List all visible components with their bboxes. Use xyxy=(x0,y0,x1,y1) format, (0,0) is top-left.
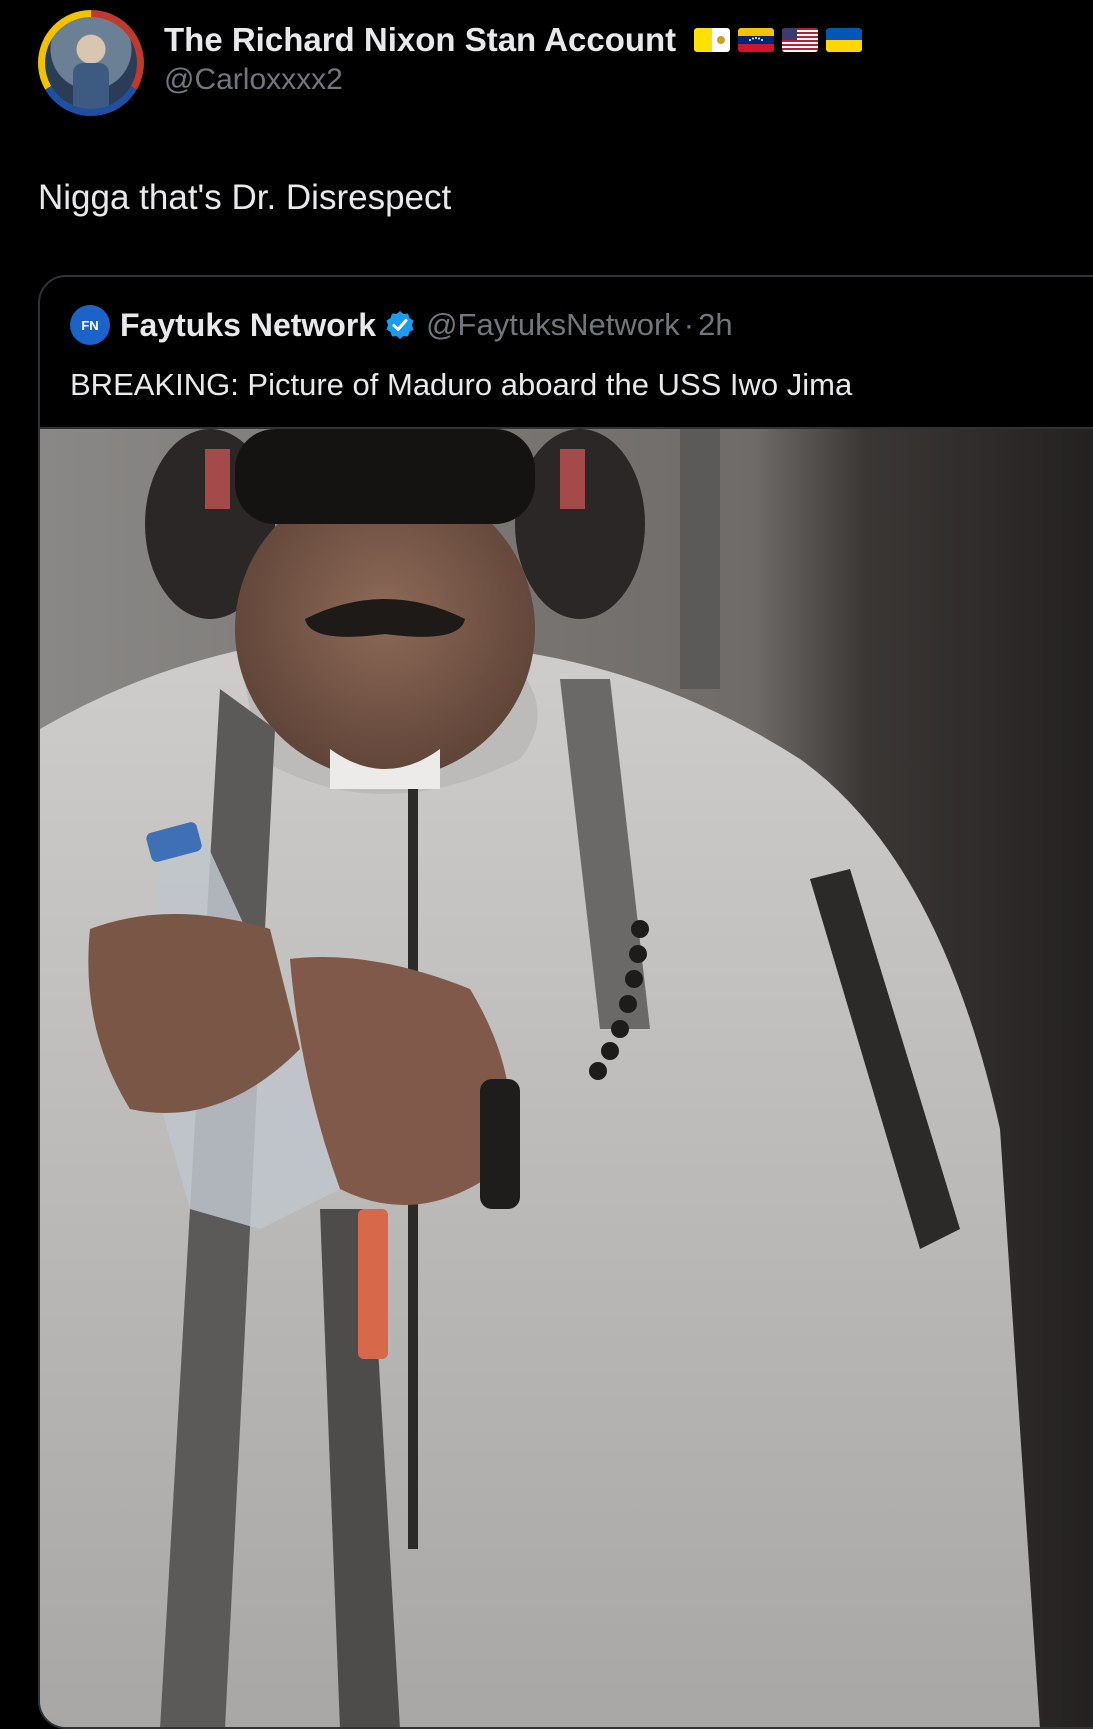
avatar[interactable] xyxy=(38,10,144,116)
author-block: The Richard Nixon Stan Account @Carloxxx… xyxy=(164,20,863,98)
quoted-display-name[interactable]: Faytuks Network xyxy=(120,307,376,344)
author-display-name[interactable]: The Richard Nixon Stan Account xyxy=(164,20,676,60)
tweet-text: Nigga that's Dr. Disrespect xyxy=(38,178,452,217)
separator-dot: · xyxy=(683,307,695,342)
author-name-row: The Richard Nixon Stan Account xyxy=(164,20,863,60)
avatar-photo xyxy=(45,17,137,109)
quoted-tweet-header: FN Faytuks Network @FaytuksNetwork · 2h xyxy=(70,305,733,345)
quoted-media-photo[interactable] xyxy=(40,427,1093,1727)
verified-badge-icon xyxy=(386,311,414,339)
author-handle[interactable]: @Carloxxxx2 xyxy=(164,62,862,98)
photo-illustration xyxy=(40,429,1093,1727)
quoted-avatar[interactable]: FN xyxy=(70,305,110,345)
quoted-tweet-card[interactable]: FN Faytuks Network @FaytuksNetwork · 2h … xyxy=(38,275,1093,1729)
usa-flag-icon xyxy=(782,28,819,52)
quoted-timestamp[interactable]: 2h xyxy=(698,307,732,343)
flag-emojis xyxy=(694,28,863,52)
ukraine-flag-icon xyxy=(826,28,863,52)
quoted-tweet-text: BREAKING: Picture of Maduro aboard the U… xyxy=(70,367,853,402)
vatican-flag-icon xyxy=(694,28,731,52)
quoted-handle[interactable]: @FaytuksNetwork xyxy=(426,307,680,343)
venezuela-flag-icon xyxy=(738,28,775,52)
quoted-logo-text: FN xyxy=(81,317,99,333)
tweet-header: The Richard Nixon Stan Account @Carloxxx… xyxy=(38,10,863,116)
